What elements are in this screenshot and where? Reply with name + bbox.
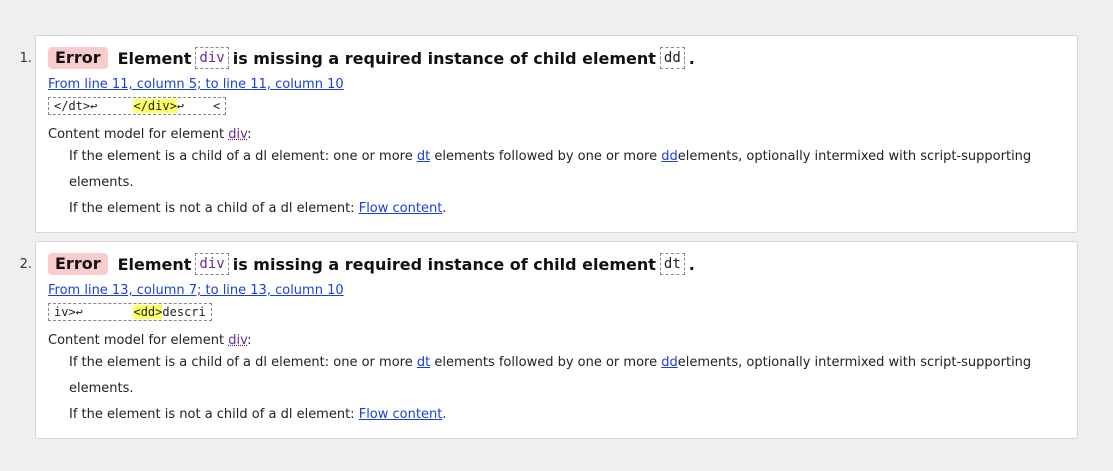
source-extract: iv>↩ <dd>descri xyxy=(48,303,212,321)
message-number: 1. xyxy=(19,51,32,66)
rule-text: element: xyxy=(296,201,355,216)
rule-text: element: xyxy=(296,407,355,422)
child-element-code: dt xyxy=(659,253,685,275)
rule-text: element: one or more xyxy=(271,149,413,164)
source-extract: </dt>↩ </div>↩ < xyxy=(48,97,227,115)
content-model-rule-dl: If the element is a child of a dl elemen… xyxy=(69,350,1065,402)
message-text-mid: is missing a required instance of child … xyxy=(232,254,656,274)
error-message-card: Error Element div is missing a required … xyxy=(35,241,1078,439)
dd-link[interactable]: dd xyxy=(661,355,678,370)
message-number: 2. xyxy=(19,257,32,272)
rule-text: If the element is not a child of a xyxy=(69,407,277,422)
rule-dl: dl xyxy=(280,201,293,216)
extract-pre: </dt>↩ xyxy=(54,99,134,113)
error-message-card: Error Element div is missing a required … xyxy=(35,35,1078,233)
message-text-end: . xyxy=(688,254,695,274)
content-model-element[interactable]: div xyxy=(228,333,247,348)
rule-text: . xyxy=(442,201,447,216)
content-model-colon: : xyxy=(247,127,252,142)
message-text-pre: Element xyxy=(117,48,192,68)
location-link[interactable]: From line 11, column 5; to line 11, colu… xyxy=(48,76,1065,93)
content-model-label: Content model for element xyxy=(48,127,225,142)
extract-post: ↩ < xyxy=(176,99,221,113)
content-model-rule-other: If the element is not a child of a dl el… xyxy=(69,196,1065,222)
rule-dl: dl xyxy=(255,355,268,370)
extract-highlight: </div> xyxy=(133,99,177,113)
flow-content-link[interactable]: Flow content xyxy=(359,407,443,422)
message-title: Error Element div is missing a required … xyxy=(48,46,1065,70)
content-model-rule-other: If the element is not a child of a dl el… xyxy=(69,402,1065,428)
element-code: div xyxy=(195,47,229,69)
content-model-colon: : xyxy=(247,333,252,348)
dt-link[interactable]: dt xyxy=(417,355,430,370)
rule-dl: dl xyxy=(255,149,268,164)
location-link[interactable]: From line 13, column 7; to line 13, colu… xyxy=(48,282,1065,299)
dd-link[interactable]: dd xyxy=(661,149,678,164)
rule-text: If the element is a child of a xyxy=(69,355,251,370)
extract-pre: iv>↩ xyxy=(54,305,134,319)
rule-text: If the element is not a child of a xyxy=(69,201,277,216)
child-element-code: dd xyxy=(659,47,685,69)
dt-link[interactable]: dt xyxy=(417,149,430,164)
error-badge: Error xyxy=(48,47,108,69)
content-model-rule-dl: If the element is a child of a dl elemen… xyxy=(69,144,1065,196)
extract-post: descri xyxy=(162,305,206,319)
rule-text: elements followed by one or more xyxy=(434,149,658,164)
rule-text: . xyxy=(442,407,447,422)
flow-content-link[interactable]: Flow content xyxy=(359,201,443,216)
error-badge: Error xyxy=(48,253,108,275)
rule-text: elements followed by one or more xyxy=(434,355,658,370)
rule-text: element: one or more xyxy=(271,355,413,370)
content-model-heading: Content model for element div: xyxy=(48,331,1065,350)
content-model-label: Content model for element xyxy=(48,333,225,348)
message-title: Error Element div is missing a required … xyxy=(48,252,1065,276)
rule-text: If the element is a child of a xyxy=(69,149,251,164)
message-text-mid: is missing a required instance of child … xyxy=(232,48,656,68)
message-text-pre: Element xyxy=(117,254,192,274)
content-model-heading: Content model for element div: xyxy=(48,125,1065,144)
content-model-element[interactable]: div xyxy=(228,127,247,142)
extract-highlight: <dd> xyxy=(133,305,163,319)
message-text-end: . xyxy=(688,48,695,68)
rule-dl: dl xyxy=(280,407,293,422)
element-code: div xyxy=(195,253,229,275)
